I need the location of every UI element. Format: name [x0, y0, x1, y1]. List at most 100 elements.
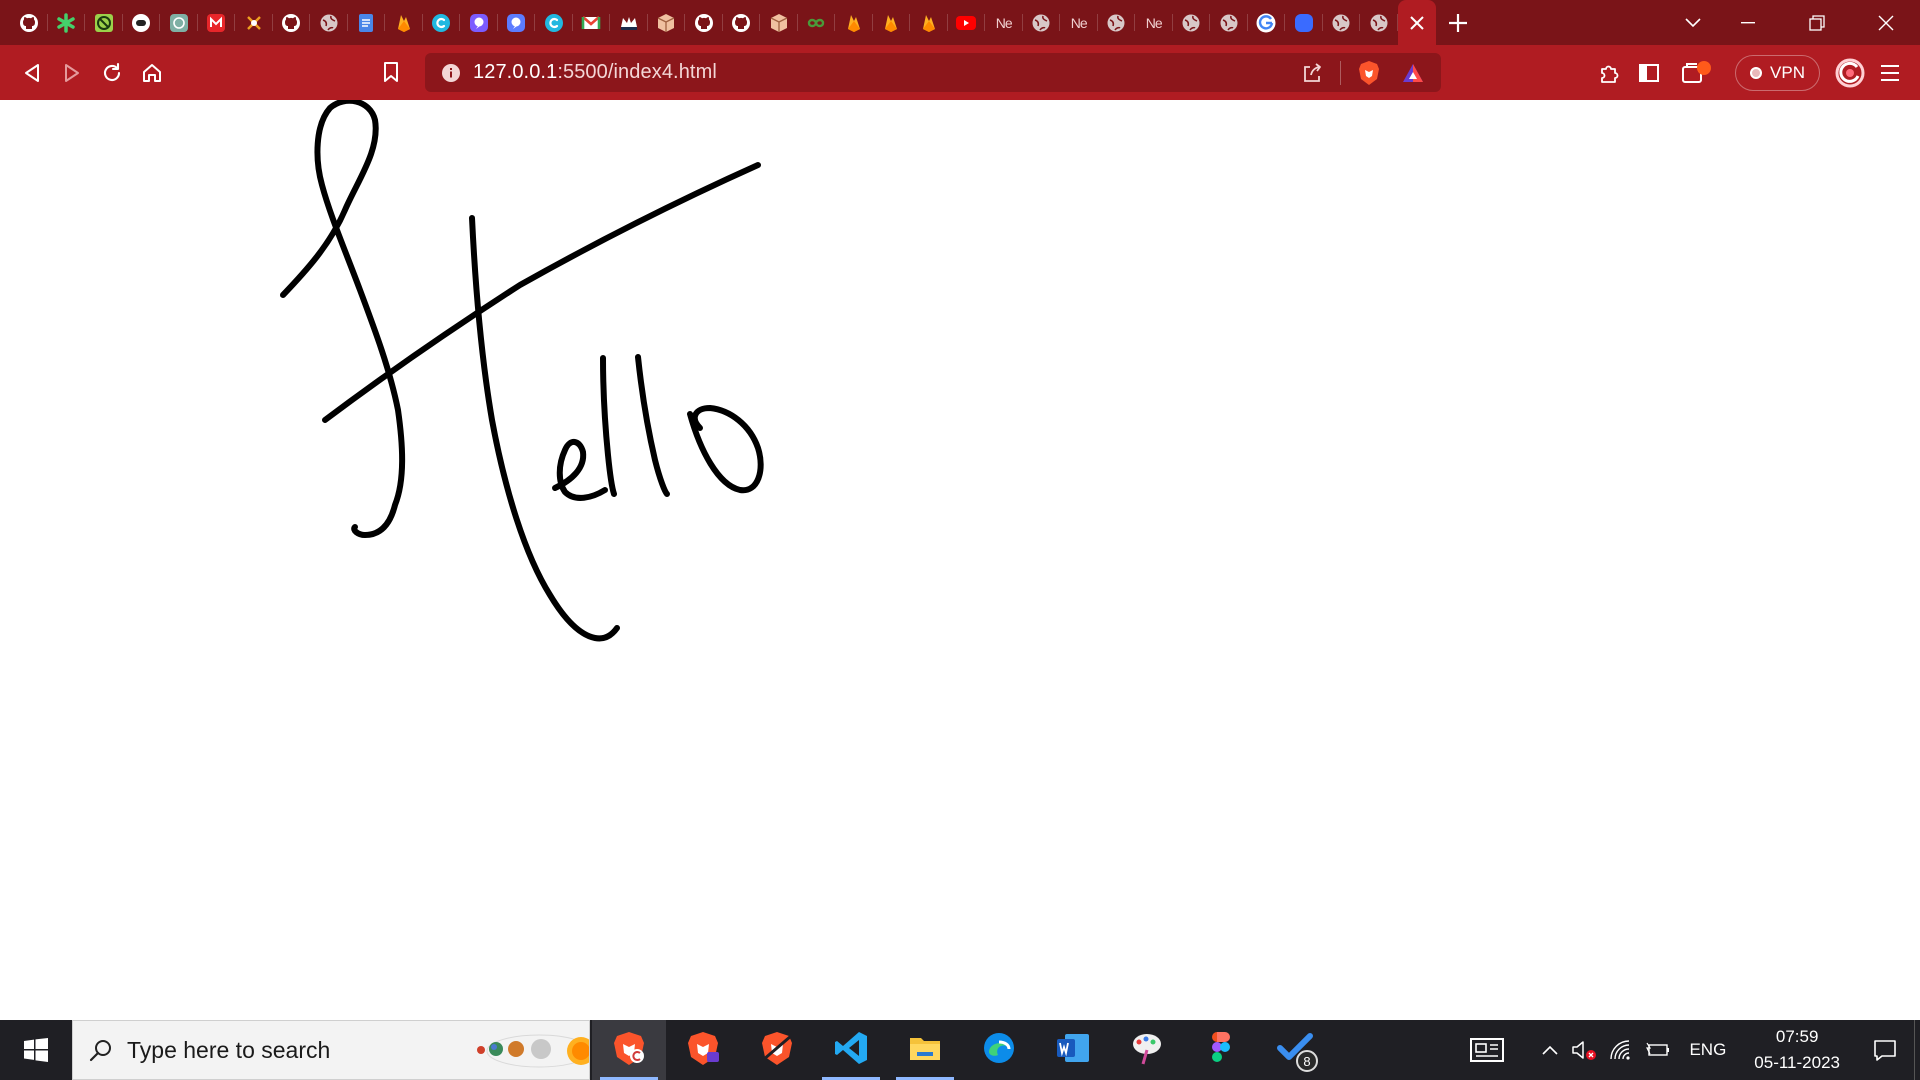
network-button[interactable] [1603, 1020, 1639, 1080]
notification-badge: 8 [1296, 1050, 1318, 1072]
tab[interactable] [1210, 0, 1248, 45]
taskbar-app-file-explorer[interactable] [888, 1020, 962, 1080]
file-explorer-icon [907, 1030, 943, 1071]
package-icon [656, 13, 676, 33]
info-icon[interactable] [441, 63, 461, 83]
new-tab-button[interactable] [1436, 0, 1480, 45]
tab[interactable] [610, 0, 648, 45]
clock[interactable]: 07:59 05-11-2023 [1738, 1024, 1856, 1076]
tab[interactable] [310, 0, 348, 45]
tab[interactable] [235, 0, 273, 45]
tab[interactable] [1323, 0, 1361, 45]
tab[interactable] [460, 0, 498, 45]
taskbar-app-todo[interactable]: 8 [1258, 1020, 1332, 1080]
back-button[interactable] [12, 53, 52, 93]
tab[interactable]: Ne [985, 0, 1023, 45]
taskbar-app-edge[interactable] [962, 1020, 1036, 1080]
forward-arrow-icon [65, 63, 79, 82]
tab[interactable] [685, 0, 723, 45]
battery-button[interactable] [1639, 1020, 1677, 1080]
extensions-button[interactable] [1589, 53, 1629, 93]
youtube-icon [956, 13, 977, 33]
restore-button[interactable] [1782, 0, 1851, 45]
tab[interactable] [798, 0, 836, 45]
taskbar-app-vscode[interactable] [814, 1020, 888, 1080]
taskbar-app-brave[interactable] [592, 1020, 666, 1080]
tab[interactable] [723, 0, 761, 45]
close-window-button[interactable] [1851, 0, 1920, 45]
tab[interactable] [948, 0, 986, 45]
menu-button[interactable] [1870, 53, 1910, 93]
reload-button[interactable] [92, 53, 132, 93]
tab[interactable] [1248, 0, 1286, 45]
forward-button[interactable] [52, 53, 92, 93]
tab[interactable] [498, 0, 536, 45]
tab[interactable] [198, 0, 236, 45]
brave-nightly-icon [759, 1030, 795, 1071]
address-bar-actions [1292, 53, 1433, 92]
tab[interactable] [1173, 0, 1211, 45]
tab[interactable] [648, 0, 686, 45]
battery-charging-icon [1646, 1042, 1670, 1056]
wallet-button[interactable] [1669, 53, 1725, 93]
chevron-down-icon [1685, 17, 1701, 27]
ink-stroke [600, 355, 617, 497]
tab[interactable] [423, 0, 461, 45]
tab[interactable]: Ne [1060, 0, 1098, 45]
tab[interactable] [273, 0, 311, 45]
address-bar[interactable]: 127.0.0.1:5500/index4.html [425, 53, 1441, 92]
tab[interactable] [123, 0, 161, 45]
taskbar-app-brave-beta[interactable] [666, 1020, 740, 1080]
tab[interactable] [535, 0, 573, 45]
brave-rewards-button[interactable] [1393, 53, 1433, 93]
start-button[interactable] [0, 1020, 72, 1080]
show-desktop-button[interactable] [1914, 1020, 1920, 1080]
bookmark-button[interactable] [371, 52, 411, 92]
taskbar-app-word[interactable] [1036, 1020, 1110, 1080]
drawing-canvas[interactable] [0, 100, 1920, 1020]
url-text[interactable]: 127.0.0.1:5500/index4.html [473, 61, 717, 84]
tab-title: Ne [1145, 14, 1162, 31]
tab-search-button[interactable] [1673, 0, 1713, 45]
tab[interactable] [760, 0, 798, 45]
taskbar-app-brave-nightly[interactable] [740, 1020, 814, 1080]
taskbar-app-paint[interactable] [1110, 1020, 1184, 1080]
wifi-icon [1610, 1040, 1631, 1060]
tab[interactable] [1285, 0, 1323, 45]
tab[interactable] [48, 0, 86, 45]
tab[interactable] [1023, 0, 1061, 45]
show-hidden-icons-button[interactable] [1535, 1020, 1565, 1080]
windows-taskbar: Type here to search 8 ENG 07:59 05-11-20… [0, 1020, 1920, 1080]
brave-shields-button[interactable] [1349, 53, 1389, 93]
share-button[interactable] [1292, 53, 1332, 93]
tab[interactable] [348, 0, 386, 45]
tab[interactable]: Ne [1135, 0, 1173, 45]
tab[interactable] [873, 0, 911, 45]
sidebar-button[interactable] [1629, 53, 1669, 93]
toolbar-right: VPN [1589, 45, 1910, 100]
rewards-triangle-icon [1403, 63, 1423, 82]
tab[interactable] [1360, 0, 1398, 45]
tab[interactable] [573, 0, 611, 45]
volume-button[interactable] [1565, 1020, 1603, 1080]
taskbar-app-figma[interactable] [1184, 1020, 1258, 1080]
tab-list: Ne Ne Ne [0, 0, 1436, 45]
tab[interactable] [160, 0, 198, 45]
profile-button[interactable] [1830, 53, 1870, 93]
minimize-button[interactable] [1713, 0, 1782, 45]
notification-center-button[interactable] [1856, 1020, 1914, 1080]
tab[interactable] [1098, 0, 1136, 45]
tab[interactable] [910, 0, 948, 45]
home-button[interactable] [132, 53, 172, 93]
close-icon[interactable] [1407, 13, 1427, 33]
input-language[interactable]: ENG [1677, 1040, 1738, 1060]
taskbar-search[interactable]: Type here to search [72, 1020, 590, 1080]
tab[interactable] [835, 0, 873, 45]
home-icon [143, 63, 161, 82]
tab[interactable] [385, 0, 423, 45]
vpn-button[interactable]: VPN [1735, 54, 1820, 91]
tab[interactable] [85, 0, 123, 45]
tab-active[interactable] [1397, 0, 1436, 45]
news-widget-button[interactable] [1459, 1020, 1515, 1080]
tab[interactable] [10, 0, 48, 45]
